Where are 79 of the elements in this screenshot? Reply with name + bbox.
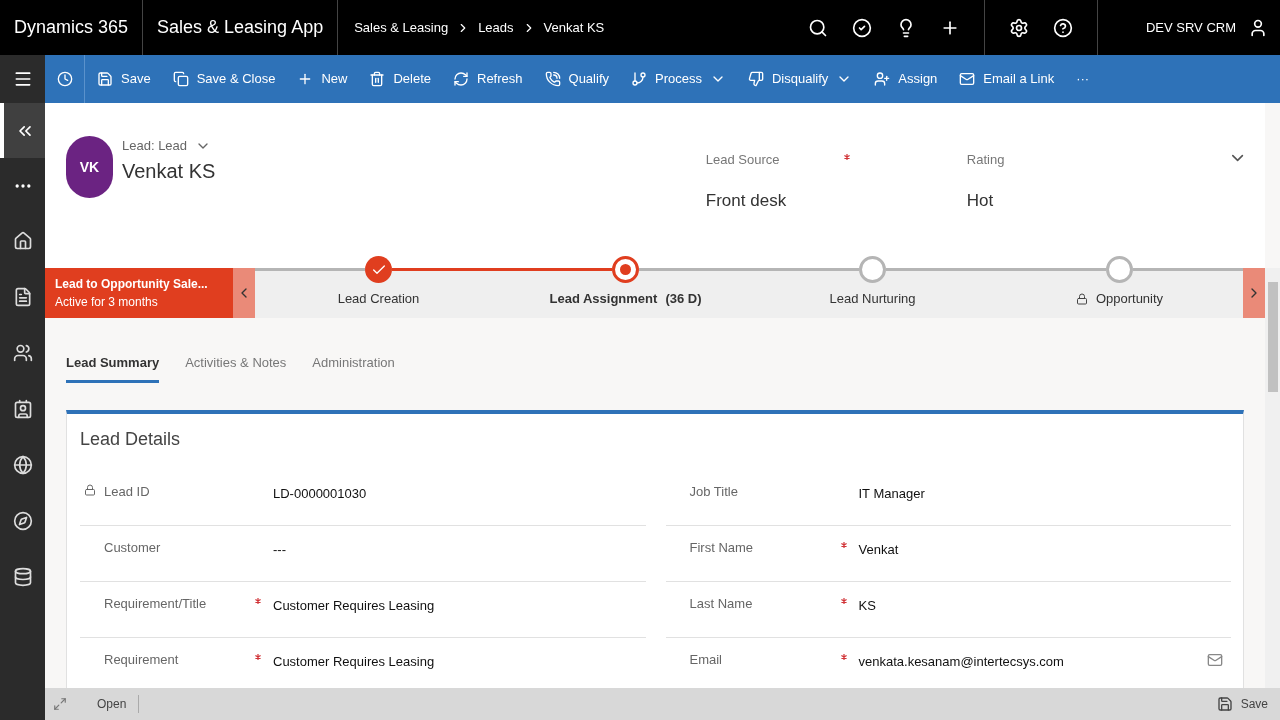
envelope-icon (959, 71, 976, 87)
field-value[interactable]: Customer Requires Leasing (273, 595, 646, 615)
field-label: Email (689, 650, 722, 669)
task-icon[interactable] (851, 17, 872, 38)
search-icon[interactable] (807, 17, 828, 38)
stage-name[interactable]: Opportunity (1095, 289, 1164, 309)
breadcrumb-link[interactable]: Venkat KS (543, 17, 605, 38)
breadcrumb-link[interactable]: Sales & Leasing (354, 17, 449, 38)
process-panel[interactable]: Lead to Opportunity Sale... Active for 3 months (45, 268, 233, 318)
command-button[interactable]: Delete (369, 59, 431, 99)
breadcrumb-link[interactable]: Leads (478, 17, 514, 38)
expand-icon[interactable] (53, 697, 67, 711)
field-label: Last Name (689, 594, 753, 613)
field-value[interactable]: KS (858, 595, 1231, 615)
command-button[interactable]: Disqualify (747, 59, 853, 99)
process-status: Active for 3 months (55, 294, 159, 311)
field-label: Requirement/Title (104, 594, 207, 613)
header-field-label: Rating (966, 151, 1006, 169)
field-value[interactable]: IT Manager (858, 483, 1231, 503)
avatar: VK (66, 136, 113, 198)
completed-stage-marker[interactable] (365, 256, 392, 283)
stage-name[interactable]: Lead Nurturing (829, 289, 916, 309)
save-icon (1216, 696, 1233, 712)
field-value[interactable]: venkata.kesanam@intertecsys.com (858, 651, 1207, 671)
save-icon (97, 71, 113, 87)
thumbs-down-icon (747, 71, 764, 87)
header-field-label: Lead Source (705, 151, 781, 169)
field-value[interactable]: --- (273, 539, 646, 559)
field-label: Job Title (689, 482, 738, 501)
stage-name[interactable]: Lead Creation (337, 289, 420, 309)
field-value[interactable]: Venkat (858, 539, 1231, 559)
field-label: Lead ID (104, 482, 150, 501)
form-tab[interactable]: Lead Summary (66, 353, 160, 383)
nav-icon[interactable] (12, 511, 33, 531)
trash-icon (369, 71, 386, 87)
section-title: Lead Details (80, 428, 181, 449)
command-button[interactable]: ··· (1076, 59, 1090, 99)
field-label: First Name (689, 538, 754, 557)
command-button[interactable]: Save (97, 59, 151, 99)
phone-icon (544, 71, 561, 87)
field-value[interactable]: Customer Requires Leasing (273, 651, 646, 671)
help-icon[interactable] (1052, 17, 1073, 38)
nav-icon[interactable] (12, 567, 33, 587)
clock-icon[interactable] (56, 71, 73, 87)
form-tab[interactable]: Activities & Notes (185, 353, 287, 383)
user-icon[interactable] (1248, 17, 1268, 38)
person-icon (874, 71, 891, 87)
process-name: Lead to Opportunity Sale... (55, 276, 209, 293)
stage-name[interactable]: Lead Assignment (549, 289, 658, 309)
nav-icon[interactable] (12, 399, 33, 419)
save-close-icon (172, 71, 189, 87)
refresh-icon (453, 71, 469, 87)
header-field-value[interactable]: Hot (966, 187, 1228, 213)
command-button[interactable]: Refresh (453, 59, 523, 99)
stage-duration: (36 D) (665, 290, 702, 308)
command-button[interactable]: Qualify (544, 59, 609, 99)
settings-icon[interactable] (1008, 17, 1029, 38)
form-tab[interactable]: Administration (312, 353, 395, 383)
envelope-icon[interactable] (1207, 651, 1223, 668)
command-button[interactable]: Process (631, 59, 726, 99)
command-button[interactable]: Email a Link (959, 59, 1055, 99)
command-button[interactable]: Assign (874, 59, 938, 99)
save-button[interactable]: Save (1216, 695, 1268, 713)
command-button[interactable]: New (297, 59, 348, 99)
record-name: Venkat KS (122, 159, 216, 182)
scrollbar[interactable] (1265, 268, 1280, 688)
open-status: Open (97, 695, 140, 713)
header-field-value[interactable]: Front desk (705, 187, 967, 213)
field-label: Requirement (104, 650, 179, 669)
command-button[interactable]: Save & Close (172, 59, 276, 99)
field-value[interactable]: LD-0000001030 (273, 483, 646, 503)
nav-icon[interactable] (12, 455, 33, 475)
user-name[interactable]: DEV SRV CRM (1097, 17, 1248, 38)
nav-icon[interactable] (12, 231, 33, 251)
collapse-button[interactable] (0, 103, 45, 158)
field-label: Customer (104, 538, 161, 557)
entity-type: Lead: Lead (122, 137, 188, 155)
nav-icon[interactable] (12, 343, 33, 363)
flow-icon (631, 71, 647, 87)
